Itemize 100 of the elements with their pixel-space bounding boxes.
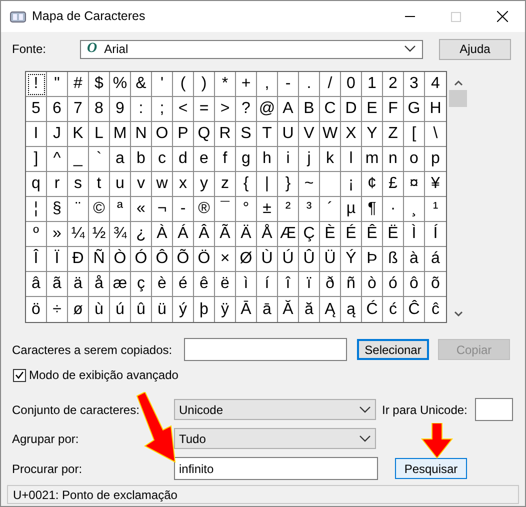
character-cell[interactable]: Ñ bbox=[89, 247, 110, 272]
character-cell[interactable]: % bbox=[110, 72, 131, 97]
character-cell[interactable]: 6 bbox=[47, 97, 68, 122]
help-button[interactable]: Ajuda bbox=[439, 38, 511, 60]
character-cell[interactable]: w bbox=[152, 172, 173, 197]
character-cell[interactable]: » bbox=[47, 222, 68, 247]
character-cell[interactable]: ª bbox=[110, 197, 131, 222]
character-cell[interactable]: ¾ bbox=[110, 222, 131, 247]
character-cell[interactable]: u bbox=[110, 172, 131, 197]
character-cell[interactable]: Ç bbox=[299, 222, 320, 247]
character-cell[interactable]: , bbox=[257, 72, 278, 97]
character-cell[interactable]: ò bbox=[362, 272, 383, 297]
character-cell[interactable]: H bbox=[425, 97, 446, 122]
character-cell[interactable]: X bbox=[341, 122, 362, 147]
character-cell[interactable]: Í bbox=[425, 222, 446, 247]
character-cell[interactable]: e bbox=[194, 147, 215, 172]
character-cell[interactable]: È bbox=[320, 222, 341, 247]
character-cell[interactable]: " bbox=[47, 72, 68, 97]
character-cell[interactable]: ´ bbox=[320, 197, 341, 222]
character-cell[interactable]: ] bbox=[26, 147, 47, 172]
character-cell[interactable]: _ bbox=[68, 147, 89, 172]
character-cell[interactable]: M bbox=[110, 122, 131, 147]
character-cell[interactable]: : bbox=[131, 97, 152, 122]
character-cell[interactable]: ê bbox=[194, 272, 215, 297]
character-cell[interactable]: § bbox=[47, 197, 68, 222]
character-cell[interactable]: n bbox=[383, 147, 404, 172]
character-cell[interactable]: ° bbox=[236, 197, 257, 222]
select-button[interactable]: Selecionar bbox=[357, 339, 429, 360]
character-cell[interactable]: 4 bbox=[425, 72, 446, 97]
character-cell[interactable]: þ bbox=[194, 297, 215, 322]
character-cell[interactable]: 0 bbox=[341, 72, 362, 97]
copy-field[interactable] bbox=[184, 338, 347, 361]
character-cell[interactable]: R bbox=[215, 122, 236, 147]
character-cell[interactable]: ù bbox=[89, 297, 110, 322]
character-cell[interactable]: + bbox=[236, 72, 257, 97]
character-cell[interactable]: ¹ bbox=[425, 197, 446, 222]
character-cell[interactable]: ¸ bbox=[404, 197, 425, 222]
character-cell[interactable]: · bbox=[383, 197, 404, 222]
character-cell[interactable]: Ă bbox=[278, 297, 299, 322]
character-cell[interactable]: ` bbox=[89, 147, 110, 172]
character-cell[interactable]: t bbox=[89, 172, 110, 197]
character-cell[interactable]: ¡ bbox=[341, 172, 362, 197]
character-cell[interactable]: 2 bbox=[383, 72, 404, 97]
character-cell[interactable]: Ü bbox=[320, 247, 341, 272]
character-cell[interactable]: ¿ bbox=[131, 222, 152, 247]
character-cell[interactable]: ý bbox=[173, 297, 194, 322]
character-cell[interactable]: N bbox=[131, 122, 152, 147]
character-cell[interactable]: º bbox=[26, 222, 47, 247]
character-cell[interactable]: > bbox=[215, 97, 236, 122]
character-cell[interactable]: a bbox=[110, 147, 131, 172]
character-cell[interactable]: ÿ bbox=[215, 297, 236, 322]
character-cell[interactable]: 8 bbox=[89, 97, 110, 122]
character-cell[interactable]: Î bbox=[26, 247, 47, 272]
character-cell[interactable]: $ bbox=[89, 72, 110, 97]
character-cell[interactable]: Õ bbox=[173, 247, 194, 272]
character-cell[interactable]: v bbox=[131, 172, 152, 197]
character-cell[interactable]: Ï bbox=[47, 247, 68, 272]
character-cell[interactable]: . bbox=[299, 72, 320, 97]
character-cell[interactable]: ì bbox=[236, 272, 257, 297]
character-cell[interactable]: j bbox=[299, 147, 320, 172]
character-cell[interactable]: * bbox=[215, 72, 236, 97]
character-cell[interactable]: ± bbox=[257, 197, 278, 222]
character-cell[interactable]: ¢ bbox=[362, 172, 383, 197]
character-cell[interactable]: 5 bbox=[26, 97, 47, 122]
character-cell[interactable]: k bbox=[320, 147, 341, 172]
character-cell[interactable]: á bbox=[425, 247, 446, 272]
character-cell[interactable]: ü bbox=[152, 297, 173, 322]
character-cell[interactable]: ( bbox=[173, 72, 194, 97]
character-cell[interactable]: Q bbox=[194, 122, 215, 147]
character-cell[interactable]: J bbox=[47, 122, 68, 147]
character-cell[interactable]: | bbox=[257, 172, 278, 197]
character-cell[interactable]: A bbox=[278, 97, 299, 122]
character-cell[interactable]: ï bbox=[299, 272, 320, 297]
character-cell[interactable]: É bbox=[341, 222, 362, 247]
character-cell[interactable]: ¤ bbox=[404, 172, 425, 197]
character-cell[interactable]: Û bbox=[299, 247, 320, 272]
character-cell[interactable]: f bbox=[215, 147, 236, 172]
character-cell[interactable]: À bbox=[152, 222, 173, 247]
character-cell[interactable]: r bbox=[47, 172, 68, 197]
character-cell[interactable]: V bbox=[299, 122, 320, 147]
character-cell[interactable]: Ù bbox=[257, 247, 278, 272]
character-cell[interactable]: Ã bbox=[215, 222, 236, 247]
character-cell[interactable]: Ú bbox=[278, 247, 299, 272]
group-by-dropdown[interactable]: Tudo bbox=[174, 428, 376, 449]
character-cell[interactable]: à bbox=[404, 247, 425, 272]
character-cell[interactable]: G bbox=[404, 97, 425, 122]
character-cell[interactable]: ð bbox=[320, 272, 341, 297]
scroll-thumb[interactable] bbox=[449, 90, 467, 107]
character-cell[interactable]: L bbox=[89, 122, 110, 147]
character-cell[interactable]: O bbox=[152, 122, 173, 147]
character-cell[interactable]: p bbox=[425, 147, 446, 172]
charset-dropdown[interactable]: Unicode bbox=[174, 399, 376, 420]
character-cell[interactable]: ç bbox=[131, 272, 152, 297]
character-cell[interactable]: ć bbox=[383, 297, 404, 322]
character-cell[interactable]: Ò bbox=[110, 247, 131, 272]
character-cell[interactable]: D bbox=[341, 97, 362, 122]
character-cell[interactable]: ã bbox=[47, 272, 68, 297]
character-cell[interactable]: = bbox=[194, 97, 215, 122]
character-cell[interactable]: Ý bbox=[341, 247, 362, 272]
character-cell[interactable]: Ą bbox=[320, 297, 341, 322]
